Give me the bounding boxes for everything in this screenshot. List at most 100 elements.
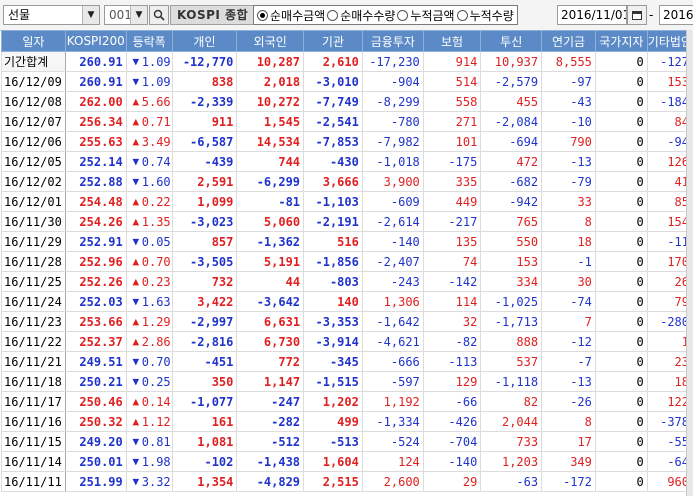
col-header[interactable]: KOSPI200 [64,30,127,52]
table-row[interactable]: 16/11/11 251.99 ▼ 3.32 1,354 -4,829 2,515 2,600… [1,471,693,492]
value-cell: -82 [422,331,482,352]
value-cell: -1,025 [480,291,543,312]
value-cell: -10 [541,111,596,132]
date-to-input[interactable]: 2016/ [659,5,693,25]
col-header[interactable]: 개인 [171,30,238,52]
table-row[interactable]: 16/11/28 252.96 ▲ 0.70 -3,505 5,191 -1,856 -2,4… [1,251,693,272]
value-cell: 0 [594,231,648,252]
change-value: 0.70 [141,354,171,369]
value-cell: -426 [422,411,482,432]
col-header[interactable]: 기관 [303,30,363,52]
table-row[interactable]: 16/12/08 262.00 ▲ 5.66 -2,339 10,272 -7,749 -8,… [1,91,693,112]
col-header[interactable]: 국가지자 [594,30,648,52]
value-cell: 0 [594,411,648,432]
col-header[interactable]: 투신 [480,30,543,52]
value-cell: -13 [541,151,596,172]
change-value: 1.29 [141,314,171,329]
value-cell: 8 [541,211,596,232]
value-cell: -345 [303,351,363,372]
value-cell: -3,010 [303,71,363,92]
table-row[interactable]: 16/11/17 250.46 ▲ 0.14 -1,077 -247 1,202 1,192-… [1,391,693,412]
value-cell: 472 [480,151,543,172]
radio-net-amount[interactable]: 순매수금액 [257,7,325,24]
radio-dot-icon[interactable] [327,9,339,21]
total-row[interactable]: 기간합계 260.91 ▼ 1.09 -12,770 10,287 2,610 -17,230… [1,51,693,72]
table-row[interactable]: 16/11/25 252.26 ▲ 0.23 732 44 -803 -243 -142 334 3… [1,271,693,292]
change-value: 1.60 [141,174,171,189]
radio-dot-icon[interactable] [397,9,409,21]
date-from-input[interactable]: 2016/11/01 [557,5,627,25]
value-cell: 914 [422,51,482,72]
table-row[interactable]: 16/12/07 256.34 ▲ 0.71 911 1,545 -2,541 -780 271… [1,111,693,132]
table-row[interactable]: 16/11/16 250.32 ▲ 1.12 161 -282 499 -1,334 -426 2… [1,411,693,432]
col-header[interactable]: 외국인 [236,30,305,52]
search-icon[interactable] [149,5,169,25]
col-header[interactable]: 금융투자 [361,30,424,52]
radio-cum-amount[interactable]: 누적금액 [397,7,455,24]
value-cell: 2,044 [480,411,543,432]
value-cell: 74 [422,251,482,272]
table-row[interactable]: 16/12/01 254.48 ▲ 0.22 1,099 -81 -1,103 -609 449… [1,191,693,212]
radio-dot-icon[interactable] [257,9,268,21]
kospi200-cell: 260.91 [64,51,127,72]
col-header[interactable]: 연기금 [541,30,596,52]
value-cell: 0 [594,271,648,292]
value-cell: 2,515 [303,471,363,492]
arrow-down-icon: ▼ [132,454,140,468]
value-cell: 8 [541,411,596,432]
value-cell: -524 [361,431,424,452]
chevron-down-icon[interactable]: ▼ [130,6,147,24]
col-header[interactable]: 일자 [1,30,66,52]
change-cell: ▼ 0.05 [125,231,173,252]
chevron-down-icon[interactable]: ▼ [82,6,99,24]
value-cell: -513 [303,431,363,452]
table-row[interactable]: 16/12/06 255.63 ▲ 3.49 -6,587 14,534 -7,853 -7,… [1,131,693,152]
table-row[interactable]: 16/11/23 253.66 ▲ 1.29 -2,997 6,631 -3,353 -1,6… [1,311,693,332]
table-row[interactable]: 16/11/18 250.21 ▼ 0.25 350 1,147 -1,515 -597 129… [1,371,693,392]
table-row[interactable]: 16/11/21 249.51 ▼ 0.70 -451 772 -345 -666 -113 53… [1,351,693,372]
change-cell: ▲ 1.35 [125,211,173,232]
scrollbar[interactable] [686,30,693,496]
col-header[interactable]: 보험 [422,30,482,52]
value-cell: 449 [422,191,482,212]
table-row[interactable]: 16/12/09 260.91 ▼ 1.09 838 2,018 -3,010 -904 514… [1,71,693,92]
change-cell: ▼ 1.98 [125,451,173,472]
value-cell: -140 [361,231,424,252]
radio-label: 누적금액 [410,8,455,23]
table-header: 일자 KOSPI200 등락폭 개인 외국인 기관 금융투자 보험 투신 연기금… [1,30,693,52]
table-row[interactable]: 16/11/15 249.20 ▼ 0.81 1,081 -512 -513 -524 -704… [1,431,693,452]
table-row[interactable]: 16/11/14 250.01 ▼ 1.98 -102 -1,438 1,604 124 -14… [1,451,693,472]
code-select[interactable]: 001 ▼ [104,5,148,25]
table-row[interactable]: 16/12/05 252.14 ▼ 0.74 -439 744 -430 -1,018 -175… [1,151,693,172]
value-cell: 17 [541,431,596,452]
value-cell: -8,299 [361,91,424,112]
radio-net-volume[interactable]: 순매수수량 [327,7,395,24]
calendar-icon[interactable] [627,5,647,25]
table-row[interactable]: 16/11/29 252.91 ▼ 0.05 857 -1,362 516 -140 135 55… [1,231,693,252]
kospi200-cell: 262.00 [64,91,127,112]
value-cell: 6,730 [236,331,305,352]
table-row[interactable]: 16/12/02 252.88 ▼ 1.60 2,591 -6,299 3,666 3,900… [1,171,693,192]
radio-cum-volume[interactable]: 누적수량 [456,7,514,24]
date-cell: 16/11/21 [1,351,66,372]
value-cell: 455 [480,91,543,112]
change-cell: ▼ 1.09 [125,71,173,92]
col-header[interactable]: 등락폭 [125,30,173,52]
kospi200-cell: 252.03 [64,291,127,312]
value-cell: 10,937 [480,51,543,72]
value-cell: 732 [171,271,238,292]
arrow-up-icon: ▲ [132,194,140,208]
value-cell: -904 [361,71,424,92]
market-select[interactable]: 선물 ▼ [3,5,100,25]
table-row[interactable]: 16/11/22 252.37 ▲ 2.86 -2,816 6,730 -3,914 -4,6… [1,331,693,352]
change-cell: ▼ 0.25 [125,371,173,392]
value-cell: 33 [541,191,596,212]
change-cell: ▲ 1.29 [125,311,173,332]
kospi200-cell: 252.14 [64,151,127,172]
value-cell: -1 [541,251,596,272]
table-row[interactable]: 16/11/24 252.03 ▼ 1.63 3,422 -3,642 140 1,306 11… [1,291,693,312]
radio-dot-icon[interactable] [456,9,468,21]
value-cell: -7,853 [303,131,363,152]
arrow-up-icon: ▲ [132,334,140,348]
table-row[interactable]: 16/11/30 254.26 ▲ 1.35 -3,023 5,060 -2,191 -2,6… [1,211,693,232]
